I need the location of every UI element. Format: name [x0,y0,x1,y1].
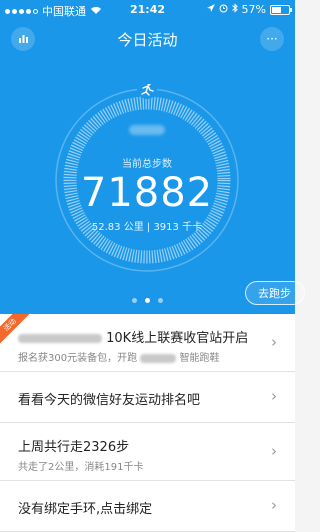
battery-icon [270,4,292,15]
step-count: 71882 [80,170,214,216]
more-button[interactable]: ··· [260,27,284,51]
redacted-text [18,334,102,343]
promo-subtitle: 报名获300元装备包，开跑 [18,353,138,364]
page-title: 今日活动 [117,31,178,49]
last-week-row[interactable]: 上周共行走2326步 共走了2公里，消耗191千卡 › [0,423,295,481]
page-dot [158,298,163,303]
ranking-title: 看看今天的微信好友运动排名吧 [18,393,201,408]
step-summary: 当前总步数 71882 52.83 公里 | 3913 千卡 [51,84,243,276]
battery-percent: 57% [241,3,266,16]
redacted-text [140,353,177,363]
go-run-button[interactable]: 去跑步 [245,281,305,305]
promo-title: 10K线上联赛收官站开启 [106,331,249,346]
activity-hero: 中国联通 21:42 57% 今日活动 ··· 当前总步数 71882 52.8… [0,0,305,314]
chevron-right-icon: › [271,333,277,351]
chevron-right-icon: › [271,442,277,460]
chevron-right-icon: › [271,496,277,514]
promo-subtitle-suffix: 智能跑鞋 [179,353,220,364]
last-week-title: 上周共行走2326步 [18,440,130,455]
page-dot [145,298,150,303]
location-icon [206,3,215,16]
chevron-right-icon: › [271,387,277,405]
page-dot [132,298,137,303]
alarm-icon [219,3,228,16]
feed-list: 活动 10K线上联赛收官站开启 报名获300元装备包，开跑 智能跑鞋 › 看看今… [0,314,295,532]
total-steps-label: 当前总步数 [122,159,172,170]
status-bar: 中国联通 21:42 57% [0,0,295,18]
last-week-subtitle: 共走了2公里，消耗191千卡 [18,462,144,473]
friend-ranking-row[interactable]: 看看今天的微信好友运动排名吧 › [0,372,295,423]
bind-band-row[interactable]: 没有绑定手环,点击绑定 › [0,481,295,532]
more-icon: ··· [266,32,278,46]
promo-row[interactable]: 活动 10K线上联赛收官站开启 报名获300元装备包，开跑 智能跑鞋 › [0,314,295,372]
distance-calories: 52.83 公里 | 3913 千卡 [91,222,203,233]
bluetooth-icon [231,3,238,16]
redacted-text [129,125,165,135]
bind-band-title: 没有绑定手环,点击绑定 [18,502,153,517]
